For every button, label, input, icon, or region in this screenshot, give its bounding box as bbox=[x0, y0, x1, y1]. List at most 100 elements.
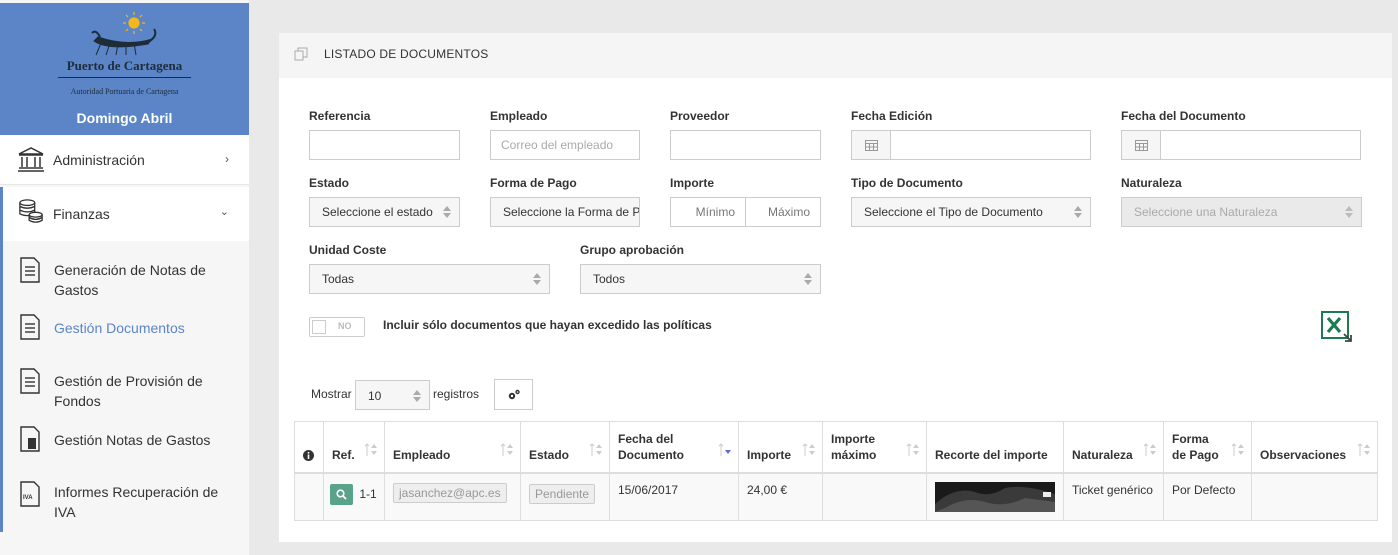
sort-icon bbox=[804, 273, 812, 285]
referencia-label: Referencia bbox=[309, 109, 371, 123]
settings-icon bbox=[508, 389, 520, 400]
sort-icon bbox=[1143, 442, 1156, 456]
column-header-importe-maximo[interactable]: Importe máximo bbox=[822, 421, 927, 474]
sort-icon bbox=[1357, 442, 1370, 456]
fecha-edicion-input[interactable] bbox=[851, 130, 1091, 160]
sidebar-item-gestion-notas[interactable]: Gestión Notas de Gastos bbox=[0, 418, 249, 462]
table-header-row: Ref. Empleado Estado Fecha del Documento… bbox=[294, 421, 1378, 474]
sidebar-item-administracion[interactable]: Administración › bbox=[0, 135, 249, 185]
sidebar-item-label: Generación de Notas de Gastos bbox=[54, 262, 206, 298]
calendar-addon[interactable] bbox=[1122, 131, 1161, 159]
chevron-down-icon: ⌄ bbox=[219, 206, 229, 218]
fecha-documento-input[interactable] bbox=[1121, 130, 1361, 160]
policy-toggle[interactable]: NO bbox=[309, 317, 365, 337]
column-header-recorte: Recorte del importe bbox=[926, 421, 1064, 474]
column-header-estado[interactable]: Estado bbox=[520, 421, 610, 474]
user-name[interactable]: Domingo Abril bbox=[0, 110, 249, 126]
view-document-button[interactable] bbox=[330, 483, 353, 505]
column-settings-button[interactable] bbox=[494, 379, 533, 410]
sidebar-item-informes-iva[interactable]: IVA Informes Recuperación de IVA bbox=[0, 462, 249, 532]
estado-label: Estado bbox=[309, 176, 350, 190]
fecha-documento-label: Fecha del Documento bbox=[1121, 109, 1246, 123]
calendar-icon bbox=[865, 140, 878, 151]
search-icon bbox=[336, 488, 347, 500]
sort-icon bbox=[1231, 442, 1244, 456]
logo-divider bbox=[58, 77, 191, 78]
proveedor-input[interactable] bbox=[670, 130, 821, 160]
sidebar-item-label: Gestión de Provisión de Fondos bbox=[54, 373, 203, 409]
document-icon bbox=[20, 257, 40, 283]
recorte-cell bbox=[926, 472, 1064, 521]
sidebar-item-gestion-provision[interactable]: Gestión de Provisión de Fondos bbox=[0, 356, 249, 418]
empleado-input[interactable]: Correo del empleado bbox=[490, 130, 640, 160]
empleado-label: Empleado bbox=[490, 109, 548, 123]
unidad-coste-label: Unidad Coste bbox=[309, 243, 387, 257]
toggle-knob bbox=[312, 320, 326, 334]
sort-icon bbox=[443, 206, 451, 218]
empleado-cell: jasanchez@apc.es bbox=[384, 472, 521, 521]
sidebar-item-label: Gestión Documentos bbox=[54, 320, 185, 336]
unidad-coste-select[interactable]: Todas bbox=[309, 264, 550, 294]
documents-table: Ref. Empleado Estado Fecha del Documento… bbox=[294, 421, 1378, 521]
calendar-icon bbox=[1135, 140, 1148, 151]
referencia-input[interactable] bbox=[309, 130, 460, 160]
proveedor-label: Proveedor bbox=[670, 109, 730, 123]
status-badge: Pendiente bbox=[529, 483, 596, 504]
sort-icon bbox=[906, 442, 919, 456]
unidad-coste-select-value: Todas bbox=[322, 272, 355, 286]
forma-pago-select[interactable]: Seleccione la Forma de Pago bbox=[490, 197, 640, 227]
sort-icon bbox=[802, 442, 815, 456]
sort-icon bbox=[589, 442, 602, 456]
estado-select[interactable]: Seleccione el estado bbox=[309, 197, 460, 227]
document-icon bbox=[20, 368, 40, 394]
importe-max-input[interactable]: Máximo bbox=[745, 197, 821, 227]
sidebar-header: Puerto de Cartagena Autoridad Portuaria … bbox=[0, 3, 249, 135]
naturaleza-select[interactable]: Seleccione una Naturaleza bbox=[1121, 197, 1362, 227]
importe-maximo-cell bbox=[822, 472, 927, 521]
sidebar-item-generacion-notas[interactable]: Generación de Notas de Gastos bbox=[0, 241, 249, 304]
column-header-observaciones[interactable]: Observaciones bbox=[1251, 421, 1378, 474]
info-icon bbox=[303, 449, 314, 461]
sort-icon bbox=[1345, 206, 1353, 218]
logo-title: Puerto de Cartagena bbox=[66, 58, 183, 73]
sidebar-item-label: Administración bbox=[53, 152, 145, 168]
observaciones-cell bbox=[1251, 472, 1378, 521]
ref-value: 1-1 bbox=[359, 487, 377, 501]
info-column-header bbox=[294, 421, 324, 474]
toggle-state: NO bbox=[338, 321, 352, 331]
page-size-select[interactable]: 10 bbox=[355, 380, 430, 410]
copy-icon bbox=[294, 47, 308, 61]
column-header-naturaleza[interactable]: Naturaleza bbox=[1063, 421, 1164, 474]
forma-pago-select-value: Seleccione la Forma de Pago bbox=[503, 205, 640, 219]
importe-label: Importe bbox=[670, 176, 715, 190]
excel-export-icon[interactable] bbox=[1320, 310, 1354, 344]
document-chart-icon bbox=[20, 426, 40, 452]
receipt-thumbnail[interactable] bbox=[935, 481, 1055, 512]
importe-min-input[interactable]: Mínimo bbox=[670, 197, 746, 227]
grupo-aprobacion-select[interactable]: Todos bbox=[580, 264, 821, 294]
ref-cell: 1-1 bbox=[323, 472, 385, 521]
forma-pago-cell: Por Defecto bbox=[1163, 472, 1252, 521]
column-header-empleado[interactable]: Empleado bbox=[384, 421, 521, 474]
naturaleza-cell: Ticket genérico bbox=[1063, 472, 1164, 521]
estado-select-value: Seleccione el estado bbox=[322, 205, 433, 219]
sort-icon bbox=[500, 442, 513, 456]
coins-icon bbox=[19, 199, 43, 223]
policy-toggle-label: Incluir sólo documentos que hayan excedi… bbox=[383, 318, 712, 332]
table-row[interactable]: 1-1 jasanchez@apc.es Pendiente 15/06/201… bbox=[294, 472, 1378, 521]
tipo-documento-select[interactable]: Seleccione el Tipo de Documento bbox=[851, 197, 1091, 227]
page-size-value: 10 bbox=[368, 389, 382, 403]
document-icon bbox=[20, 314, 40, 340]
receipt-image bbox=[935, 481, 1055, 512]
column-header-forma-pago[interactable]: Forma de Pago bbox=[1163, 421, 1252, 474]
svg-text:IVA: IVA bbox=[23, 495, 33, 501]
page-title: LISTADO DE DOCUMENTOS bbox=[324, 47, 489, 61]
column-header-ref[interactable]: Ref. bbox=[323, 421, 385, 474]
grupo-aprobacion-select-value: Todos bbox=[593, 272, 626, 286]
sidebar-item-finanzas[interactable]: Finanzas ⌄ bbox=[0, 187, 249, 241]
importe-cell: 24,00 € bbox=[738, 472, 823, 521]
column-header-fecha[interactable]: Fecha del Documento bbox=[609, 421, 739, 474]
column-header-importe[interactable]: Importe bbox=[738, 421, 823, 474]
calendar-addon[interactable] bbox=[852, 131, 891, 159]
sidebar-item-gestion-documentos[interactable]: Gestión Documentos bbox=[0, 304, 249, 356]
